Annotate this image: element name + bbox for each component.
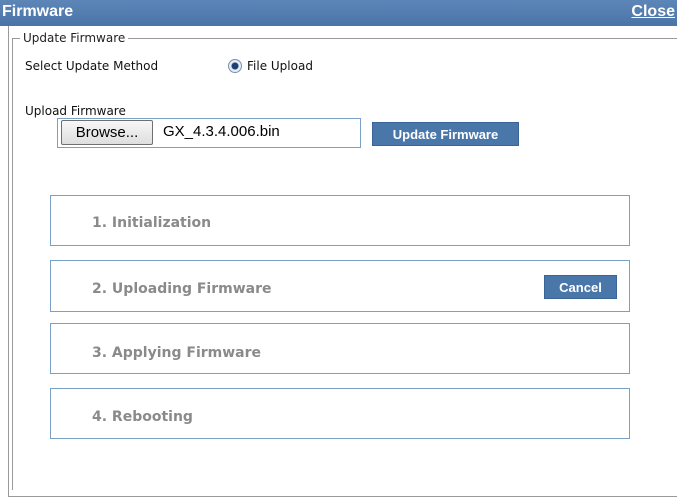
- file-upload-radio[interactable]: [228, 59, 242, 73]
- file-upload-radio-label[interactable]: File Upload: [247, 59, 313, 73]
- update-method-label: Select Update Method: [25, 59, 159, 73]
- cancel-button[interactable]: Cancel: [544, 275, 617, 299]
- step-uploading-firmware: 2. Uploading Firmware: [50, 260, 630, 312]
- step-label: 3. Applying Firmware: [92, 345, 262, 361]
- step-label: 1. Initialization: [92, 215, 212, 231]
- step-label: 4. Rebooting: [92, 409, 193, 425]
- window-title: Firmware: [2, 3, 74, 20]
- step-label: 2. Uploading Firmware: [92, 281, 272, 297]
- title-bar: Firmware Close: [0, 0, 677, 26]
- close-link[interactable]: Close: [631, 3, 675, 21]
- step-applying-firmware: 3. Applying Firmware: [50, 323, 630, 374]
- step-rebooting: 4. Rebooting: [50, 388, 630, 439]
- step-initialization: 1. Initialization: [50, 195, 630, 246]
- selected-file-name: GX_4.3.4.006.bin: [163, 123, 280, 140]
- upload-firmware-label: Upload Firmware: [25, 104, 126, 118]
- fieldset-legend: Update Firmware: [20, 31, 129, 45]
- browse-button[interactable]: Browse...: [61, 120, 153, 145]
- update-firmware-button[interactable]: Update Firmware: [372, 122, 519, 146]
